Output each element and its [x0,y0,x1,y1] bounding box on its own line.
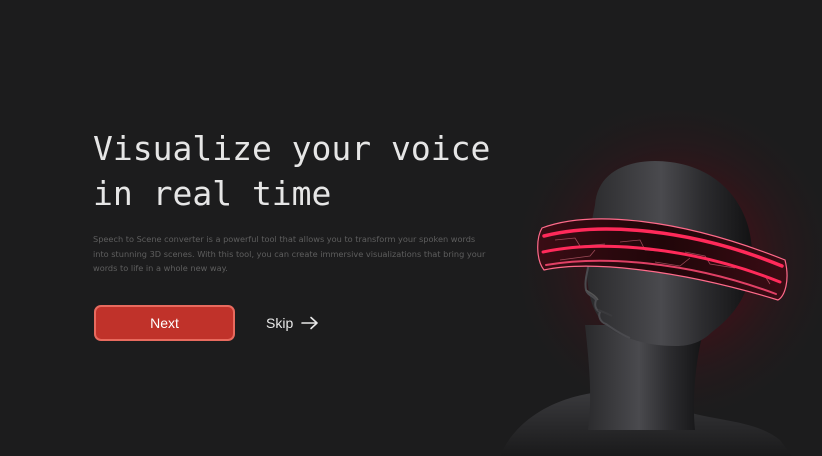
description-text: Speech to Scene converter is a powerful … [93,234,486,273]
vr-headset-figure [480,95,822,456]
arrow-right-icon [301,316,319,330]
title-line-1: Visualize your voice [93,129,491,168]
skip-label: Skip [266,315,294,331]
page-title: Visualize your voice in real time [93,126,490,216]
skip-button[interactable]: Skip [266,313,319,333]
next-button-label: Next [150,315,179,331]
onboarding-screen: Visualize your voice in real time Speech… [0,0,822,456]
title-line-2: in real time [93,174,332,213]
next-button[interactable]: Next [94,305,235,341]
